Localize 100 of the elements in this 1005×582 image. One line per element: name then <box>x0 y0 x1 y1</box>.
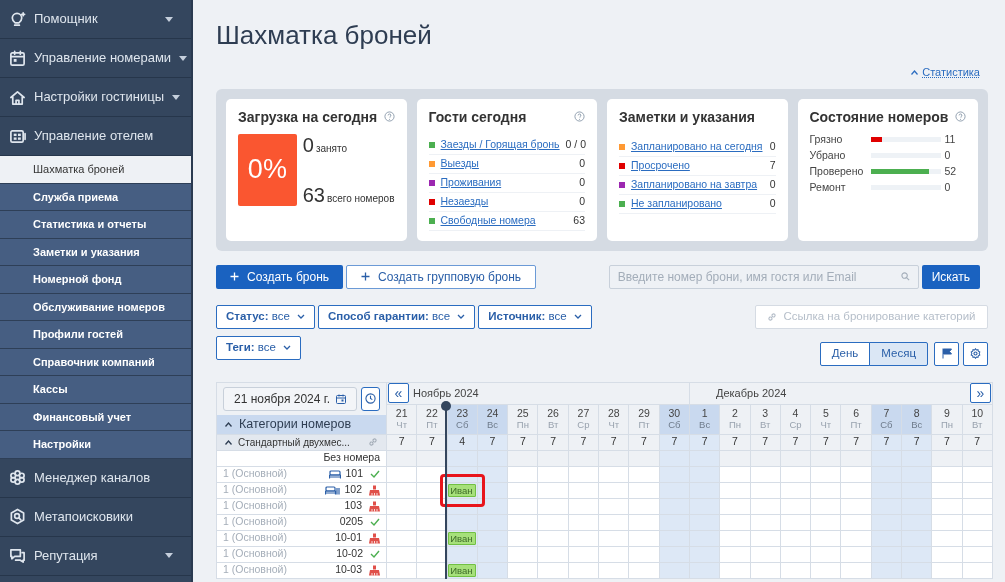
list-link[interactable]: Свободные номера <box>440 212 536 229</box>
settings-icon <box>970 348 981 359</box>
previous-button[interactable]: « <box>388 383 409 403</box>
booking-chip[interactable]: Иван <box>448 531 477 545</box>
weekday-label: Пн <box>940 419 954 431</box>
calendar-icon <box>336 393 346 404</box>
day-number: 2 <box>732 407 738 419</box>
day-number: 21 <box>395 407 408 419</box>
count-value: 0 <box>769 195 776 211</box>
status-count: 11 <box>944 131 956 147</box>
rate-label: 1 (Основной) <box>223 530 287 546</box>
filter-dropdown[interactable]: Теги: все <box>216 335 301 360</box>
weekday-label: Пт <box>426 419 438 431</box>
stats-link[interactable]: Статистика <box>922 64 980 81</box>
sidebar-subitem[interactable]: Заметки и указания <box>0 238 191 266</box>
sidebar-subitem[interactable]: Профили гостей <box>0 321 191 349</box>
booking-chip[interactable]: Иван <box>448 563 477 577</box>
day-number: 24 <box>486 407 499 419</box>
house-icon <box>9 88 26 106</box>
weekday-label: Пт <box>850 419 862 431</box>
sidebar-subitem[interactable]: Номерной фонд <box>0 266 191 294</box>
lightbulb-icon <box>9 10 26 28</box>
search-button[interactable]: Искать <box>921 264 980 289</box>
chevron-down-icon <box>282 345 291 350</box>
search-field[interactable]: Введите номер брони, имя гостя или Email <box>608 264 919 289</box>
sidebar-subitem[interactable]: Служба приема <box>0 183 191 211</box>
calendar-icon <box>9 49 26 67</box>
help-icon <box>383 110 395 122</box>
status-label: Убрано <box>809 147 847 163</box>
create-group-booking-button[interactable]: Создать групповую бронь <box>346 264 537 289</box>
room-number: 0205 <box>339 514 363 530</box>
list-link[interactable]: Проживания <box>440 174 502 191</box>
sidebar-subitem[interactable]: Кассы <box>0 376 191 404</box>
sidebar-subitem[interactable]: Статистика и отчеты <box>0 211 191 239</box>
count-value: 0 <box>579 193 585 209</box>
rate-label: 1 (Основной) <box>223 498 287 514</box>
day-number: 23 <box>456 407 469 419</box>
weekday-label: Вс <box>487 419 499 431</box>
weekday-label: Пт <box>638 419 650 431</box>
view-tab[interactable]: Месяц <box>869 341 928 366</box>
chat-icon <box>9 547 26 564</box>
status-label: Грязно <box>809 131 844 147</box>
status-label: Ремонт <box>809 179 847 195</box>
list-link[interactable]: Выезды <box>440 155 479 172</box>
room-number: 103 <box>344 498 362 514</box>
filter-dropdown[interactable]: Источник: все <box>478 304 592 329</box>
weekday-label: Вс <box>699 419 711 431</box>
weekday-label: Вт <box>972 419 983 431</box>
weekday-label: Чт <box>820 419 832 431</box>
search-icon <box>900 272 910 281</box>
next-button[interactable]: » <box>970 383 991 403</box>
sidebar-subitem[interactable]: Финансовый учет <box>0 403 191 431</box>
month-label: Декабрь 2024 <box>716 385 787 401</box>
view-tab[interactable]: День <box>819 341 871 366</box>
plus-icon <box>230 272 239 281</box>
weekday-label: Вт <box>760 419 771 431</box>
count-value: 7 <box>769 157 776 173</box>
filter-dropdown[interactable]: Статус: все <box>216 304 315 329</box>
status-count: 52 <box>944 163 957 179</box>
list-link[interactable]: Запланировано на сегодня <box>631 138 763 155</box>
rate-label: 1 (Основной) <box>223 562 287 578</box>
booking-chip[interactable]: Иван <box>448 483 477 497</box>
weekday-label: Вт <box>547 419 559 431</box>
list-link[interactable]: Просрочено <box>631 157 690 174</box>
day-number: 9 <box>944 407 950 419</box>
dashboard-icon <box>9 127 26 145</box>
list-link[interactable]: Не запланировано <box>631 195 722 212</box>
sidebar-subitem[interactable]: Справочник компаний <box>0 348 191 376</box>
category-name: Стандартный двухмес... <box>238 435 350 450</box>
stat-label: занято <box>315 141 347 156</box>
weekday-label: Чт <box>608 419 620 431</box>
date-picker[interactable]: 21 ноября 2024 г. <box>223 386 357 411</box>
help-icon <box>955 110 966 122</box>
weekday-label: Чт <box>396 419 407 431</box>
count-value: 0 <box>769 176 776 192</box>
caret-up-icon <box>225 439 232 445</box>
flag-button[interactable] <box>934 341 959 366</box>
stat-number: 0 <box>302 133 314 156</box>
filter-dropdown[interactable]: Способ гарантии: все <box>317 304 476 329</box>
sidebar-subitem[interactable]: Обслуживание номеров <box>0 293 191 321</box>
sidebar-subitem[interactable]: Настройки <box>0 431 191 459</box>
plus-icon <box>361 272 371 281</box>
list-link[interactable]: Незаезды <box>440 193 489 210</box>
create-booking-button[interactable]: Создать бронь <box>216 264 344 289</box>
day-number: 22 <box>426 407 438 419</box>
weekday-label: Ср <box>789 419 802 431</box>
room-number: 102 <box>344 482 362 498</box>
clock-button[interactable] <box>361 386 380 411</box>
day-number: 7 <box>883 407 890 419</box>
day-number: 10 <box>971 407 984 419</box>
rate-label: 1 (Основной) <box>223 546 287 562</box>
month-label: Ноябрь 2024 <box>413 385 479 401</box>
list-link[interactable]: Заезды / Горящая бронь <box>440 136 560 153</box>
page-title: Шахматка броней <box>216 20 433 50</box>
chevron-down-icon <box>573 314 582 319</box>
list-link[interactable]: Запланировано на завтра <box>631 176 758 193</box>
settings-button[interactable] <box>963 341 988 366</box>
sidebar-subitem[interactable]: Шахматка броней <box>0 156 191 184</box>
count-value: 0 <box>769 138 776 154</box>
caret-up-icon <box>911 69 919 75</box>
